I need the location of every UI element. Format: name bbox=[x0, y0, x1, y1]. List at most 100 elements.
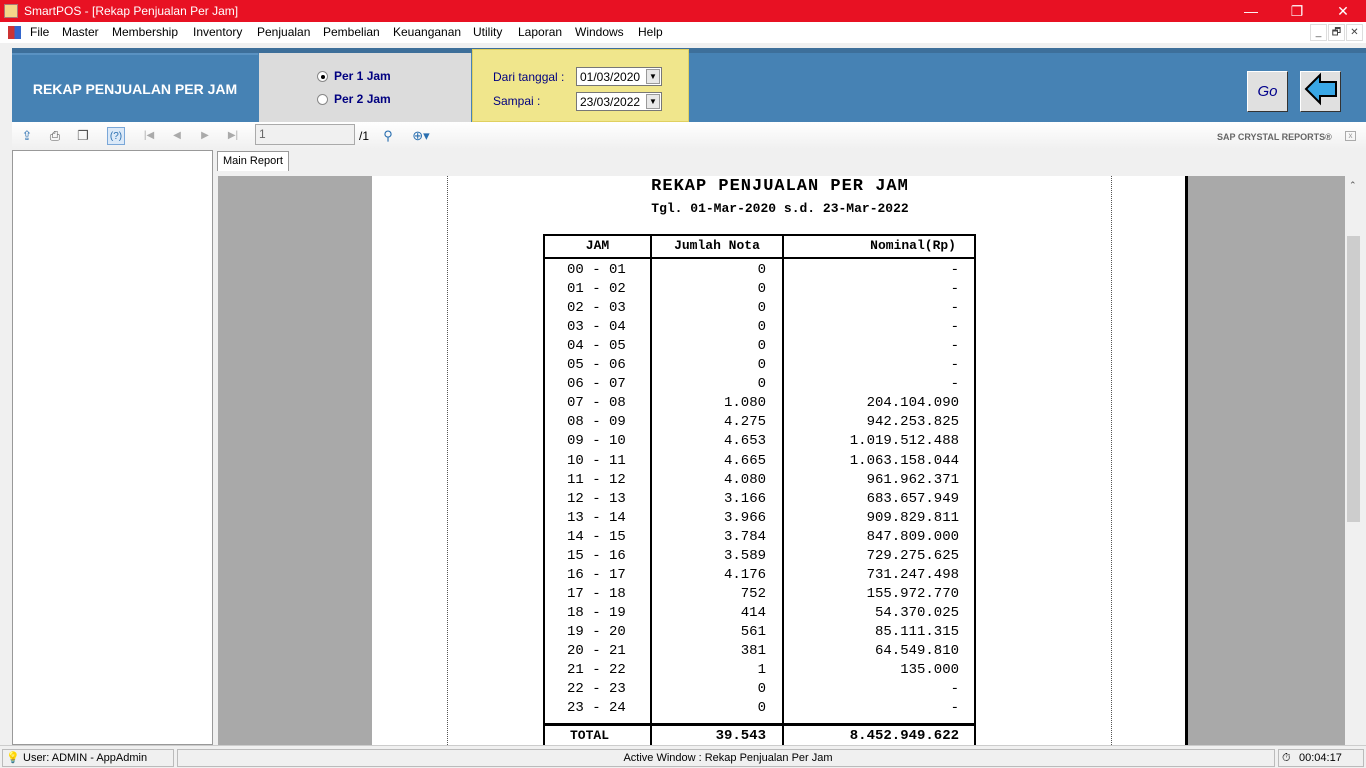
to-date-value: 23/03/2022 bbox=[580, 95, 641, 109]
report-viewport: REKAP PENJUALAN PER JAM Tgl. 01-Mar-2020… bbox=[218, 176, 1345, 745]
menu-help[interactable]: Help bbox=[638, 25, 663, 39]
vertical-scrollbar[interactable]: ⌃ bbox=[1345, 176, 1362, 745]
row-nominal: - bbox=[950, 338, 959, 355]
row-jumlah-nota: 4.665 bbox=[723, 452, 766, 469]
row-jam: 22 - 23 bbox=[567, 681, 626, 698]
last-page-icon[interactable]: ▶| bbox=[224, 127, 242, 145]
header-nominal: Nominal(Rp) bbox=[870, 238, 956, 253]
row-nominal: 204.104.090 bbox=[866, 395, 959, 412]
minimize-button[interactable]: — bbox=[1228, 0, 1274, 22]
status-user: 💡 User: ADMIN - AppAdmin bbox=[2, 749, 174, 767]
menu-keuanganan[interactable]: Keuanganan bbox=[393, 25, 461, 39]
scroll-up-icon[interactable]: ⌃ bbox=[1349, 180, 1357, 191]
status-bar: 💡 User: ADMIN - AppAdmin Active Window : … bbox=[0, 745, 1366, 768]
row-jumlah-nota: 4.653 bbox=[723, 433, 766, 450]
radio-label: Per 1 Jam bbox=[334, 69, 391, 83]
row-nominal: 909.829.811 bbox=[866, 509, 959, 526]
report-table: JAM Jumlah Nota Nominal(Rp) 00 - 01 0-01 … bbox=[543, 234, 976, 745]
row-jumlah-nota: 381 bbox=[740, 643, 766, 659]
status-user-text: User: ADMIN - AppAdmin bbox=[23, 752, 148, 764]
close-panel-icon[interactable]: x bbox=[1345, 131, 1356, 141]
help-icon[interactable]: (?) bbox=[107, 127, 125, 145]
row-jam: 03 - 04 bbox=[567, 319, 626, 336]
menu-penjualan[interactable]: Penjualan bbox=[257, 25, 310, 39]
prev-page-icon[interactable]: ◀ bbox=[168, 127, 186, 145]
back-arrow-icon bbox=[1304, 72, 1337, 106]
status-active-window: Active Window : Rekap Penjualan Per Jam bbox=[177, 749, 1275, 767]
row-jam: 02 - 03 bbox=[567, 300, 626, 317]
margin-line bbox=[1111, 176, 1112, 745]
interval-options: Per 1 Jam Per 2 Jam bbox=[259, 53, 471, 122]
radio-label: Per 2 Jam bbox=[334, 92, 391, 106]
row-nominal: 1.063.158.044 bbox=[849, 452, 959, 469]
mdi-restore-button[interactable]: 🗗 bbox=[1328, 24, 1345, 41]
header-divider bbox=[545, 257, 974, 259]
export-icon[interactable]: ⇪ bbox=[18, 127, 36, 145]
row-nominal: - bbox=[950, 376, 959, 393]
row-nominal: 155.972.770 bbox=[866, 585, 959, 602]
go-button[interactable]: Go bbox=[1247, 71, 1288, 112]
row-jam: 14 - 15 bbox=[567, 528, 626, 545]
row-nominal: 64.549.810 bbox=[874, 643, 959, 659]
row-jumlah-nota: 3.166 bbox=[723, 490, 766, 507]
copy-icon[interactable]: ❐ bbox=[74, 127, 92, 145]
title-bar: SmartPOS - [Rekap Penjualan Per Jam] — ❐… bbox=[0, 0, 1366, 22]
row-jam: 18 - 19 bbox=[567, 604, 626, 621]
row-jam: 09 - 10 bbox=[567, 433, 626, 450]
row-nominal: 942.253.825 bbox=[866, 414, 959, 431]
row-nominal: 729.275.625 bbox=[866, 547, 959, 564]
row-jam: 23 - 24 bbox=[567, 700, 626, 717]
row-jam: 10 - 11 bbox=[567, 452, 626, 469]
row-nominal: 961.962.371 bbox=[866, 471, 959, 488]
total-divider bbox=[545, 723, 974, 726]
from-date-label: Dari tanggal : bbox=[493, 70, 565, 84]
row-jam: 20 - 21 bbox=[567, 643, 626, 659]
row-jumlah-nota: 0 bbox=[757, 281, 766, 298]
radio-per-2-jam[interactable]: Per 2 Jam bbox=[317, 92, 391, 106]
to-date-label: Sampai : bbox=[493, 94, 541, 108]
window-title: SmartPOS - [Rekap Penjualan Per Jam] bbox=[24, 4, 239, 18]
status-time: 00:04:17 bbox=[1299, 752, 1342, 764]
find-icon[interactable]: ⚲ bbox=[379, 127, 397, 145]
group-tree-panel[interactable] bbox=[12, 150, 213, 745]
menu-master[interactable]: Master bbox=[62, 25, 99, 39]
to-date-picker[interactable]: 23/03/2022 ▼ bbox=[576, 92, 662, 111]
radio-per-1-jam[interactable]: Per 1 Jam bbox=[317, 69, 391, 83]
mdi-minimize-button[interactable]: _ bbox=[1310, 24, 1327, 41]
header-jumlah-nota: Jumlah Nota bbox=[674, 238, 760, 253]
dropdown-arrow-icon[interactable]: ▼ bbox=[646, 69, 660, 84]
dropdown-arrow-icon[interactable]: ▼ bbox=[646, 94, 660, 109]
mdi-close-button[interactable]: ✕ bbox=[1346, 24, 1363, 41]
back-button[interactable] bbox=[1300, 71, 1341, 112]
menu-utility[interactable]: Utility bbox=[473, 25, 502, 39]
menu-windows[interactable]: Windows bbox=[575, 25, 624, 39]
row-jumlah-nota: 0 bbox=[757, 376, 766, 393]
menu-laporan[interactable]: Laporan bbox=[518, 25, 562, 39]
menu-file[interactable]: File bbox=[30, 25, 49, 39]
menu-inventory[interactable]: Inventory bbox=[193, 25, 242, 39]
row-nominal: 85.111.315 bbox=[874, 623, 959, 640]
print-icon[interactable]: ⎙ bbox=[46, 127, 64, 145]
close-button[interactable]: ✕ bbox=[1320, 0, 1366, 22]
restore-button[interactable]: ❐ bbox=[1274, 0, 1320, 22]
menu-membership[interactable]: Membership bbox=[112, 25, 178, 39]
crystal-reports-brand: SAP CRYSTAL REPORTS® bbox=[1217, 132, 1332, 142]
scrollbar-thumb[interactable] bbox=[1347, 236, 1360, 522]
row-jam: 19 - 20 bbox=[567, 623, 626, 640]
form-title: REKAP PENJUALAN PER JAM bbox=[12, 53, 258, 122]
row-jam: 08 - 09 bbox=[567, 414, 626, 431]
tab-main-report[interactable]: Main Report bbox=[217, 151, 289, 171]
margin-line bbox=[447, 176, 448, 745]
page-number-input[interactable]: 1 bbox=[255, 124, 355, 145]
row-jumlah-nota: 3.784 bbox=[723, 528, 766, 545]
row-jam: 15 - 16 bbox=[567, 547, 626, 564]
next-page-icon[interactable]: ▶ bbox=[196, 127, 214, 145]
first-page-icon[interactable]: |◀ bbox=[140, 127, 158, 145]
row-jumlah-nota: 4.080 bbox=[723, 471, 766, 488]
from-date-picker[interactable]: 01/03/2020 ▼ bbox=[576, 67, 662, 86]
total-nominal: 8.452.949.622 bbox=[849, 728, 959, 744]
row-jumlah-nota: 0 bbox=[757, 357, 766, 374]
row-jumlah-nota: 752 bbox=[740, 585, 766, 602]
zoom-icon[interactable]: ⊕▾ bbox=[407, 127, 435, 145]
menu-pembelian[interactable]: Pembelian bbox=[323, 25, 380, 39]
